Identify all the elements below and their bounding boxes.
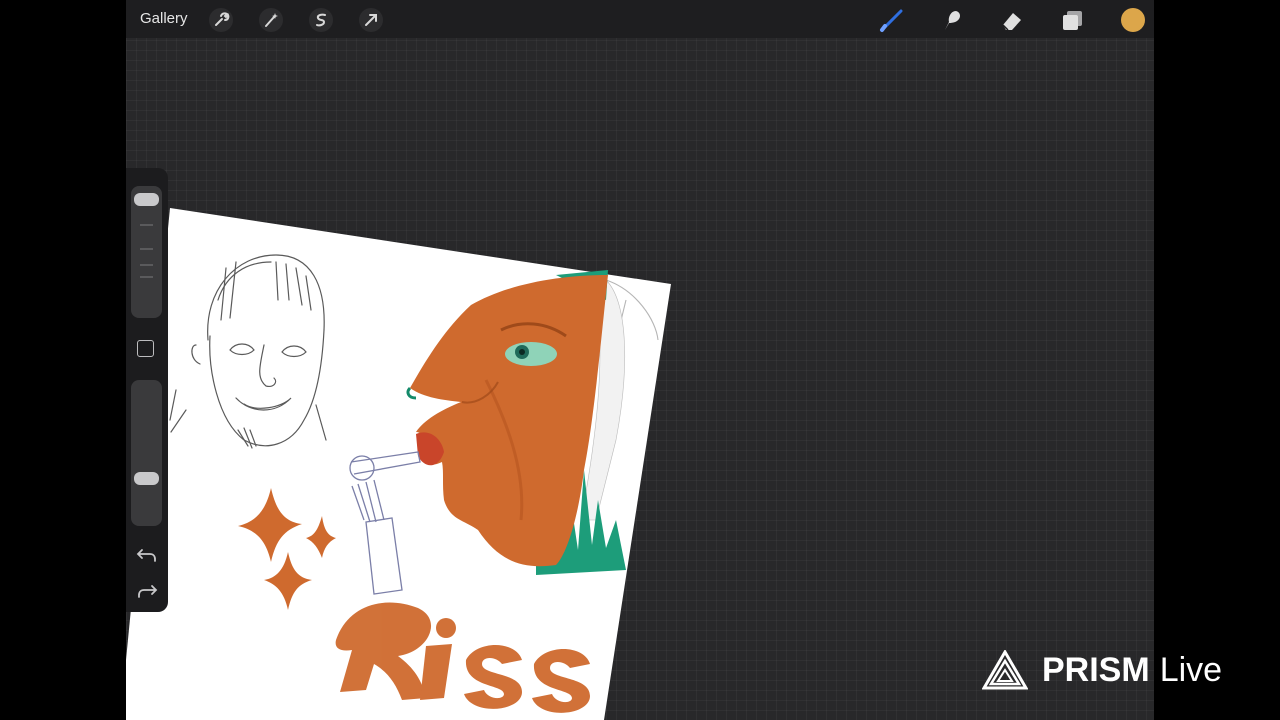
brush-size-thumb[interactable] [134,193,159,206]
brush-icon[interactable] [879,7,905,33]
slider-tick [140,264,153,266]
opacity-slider[interactable] [131,380,162,526]
prism-live-watermark: PRISM Live [982,650,1222,690]
slider-tick [140,224,153,226]
wrench-icon[interactable] [208,7,234,33]
redo-icon[interactable] [134,580,160,602]
watermark-brand: PRISM [1042,650,1150,689]
eraser-icon[interactable] [999,7,1025,33]
undo-icon[interactable] [134,544,160,566]
watermark-suffix: Live [1159,650,1223,689]
eye-pupil [519,349,525,355]
eye-white [505,342,557,366]
gallery-button[interactable]: Gallery [140,10,188,27]
layers-icon[interactable] [1059,7,1085,33]
opacity-thumb[interactable] [134,472,159,485]
left-sidebar [126,168,168,612]
top-toolbar: Gallery [126,0,1154,38]
prism-logo-icon [982,650,1028,690]
smudge-icon[interactable] [939,7,965,33]
slider-tick [140,248,153,250]
modify-square-icon[interactable] [137,340,154,357]
transform-arrow-icon[interactable] [358,7,384,33]
artwork-canvas[interactable] [126,0,1154,720]
selection-s-icon[interactable] [308,7,334,33]
brush-size-slider[interactable] [131,186,162,318]
color-swatch-icon[interactable] [1120,7,1146,33]
slider-tick [140,276,153,278]
magic-wand-icon[interactable] [258,7,284,33]
canvas-workspace[interactable]: Gallery [126,0,1154,720]
